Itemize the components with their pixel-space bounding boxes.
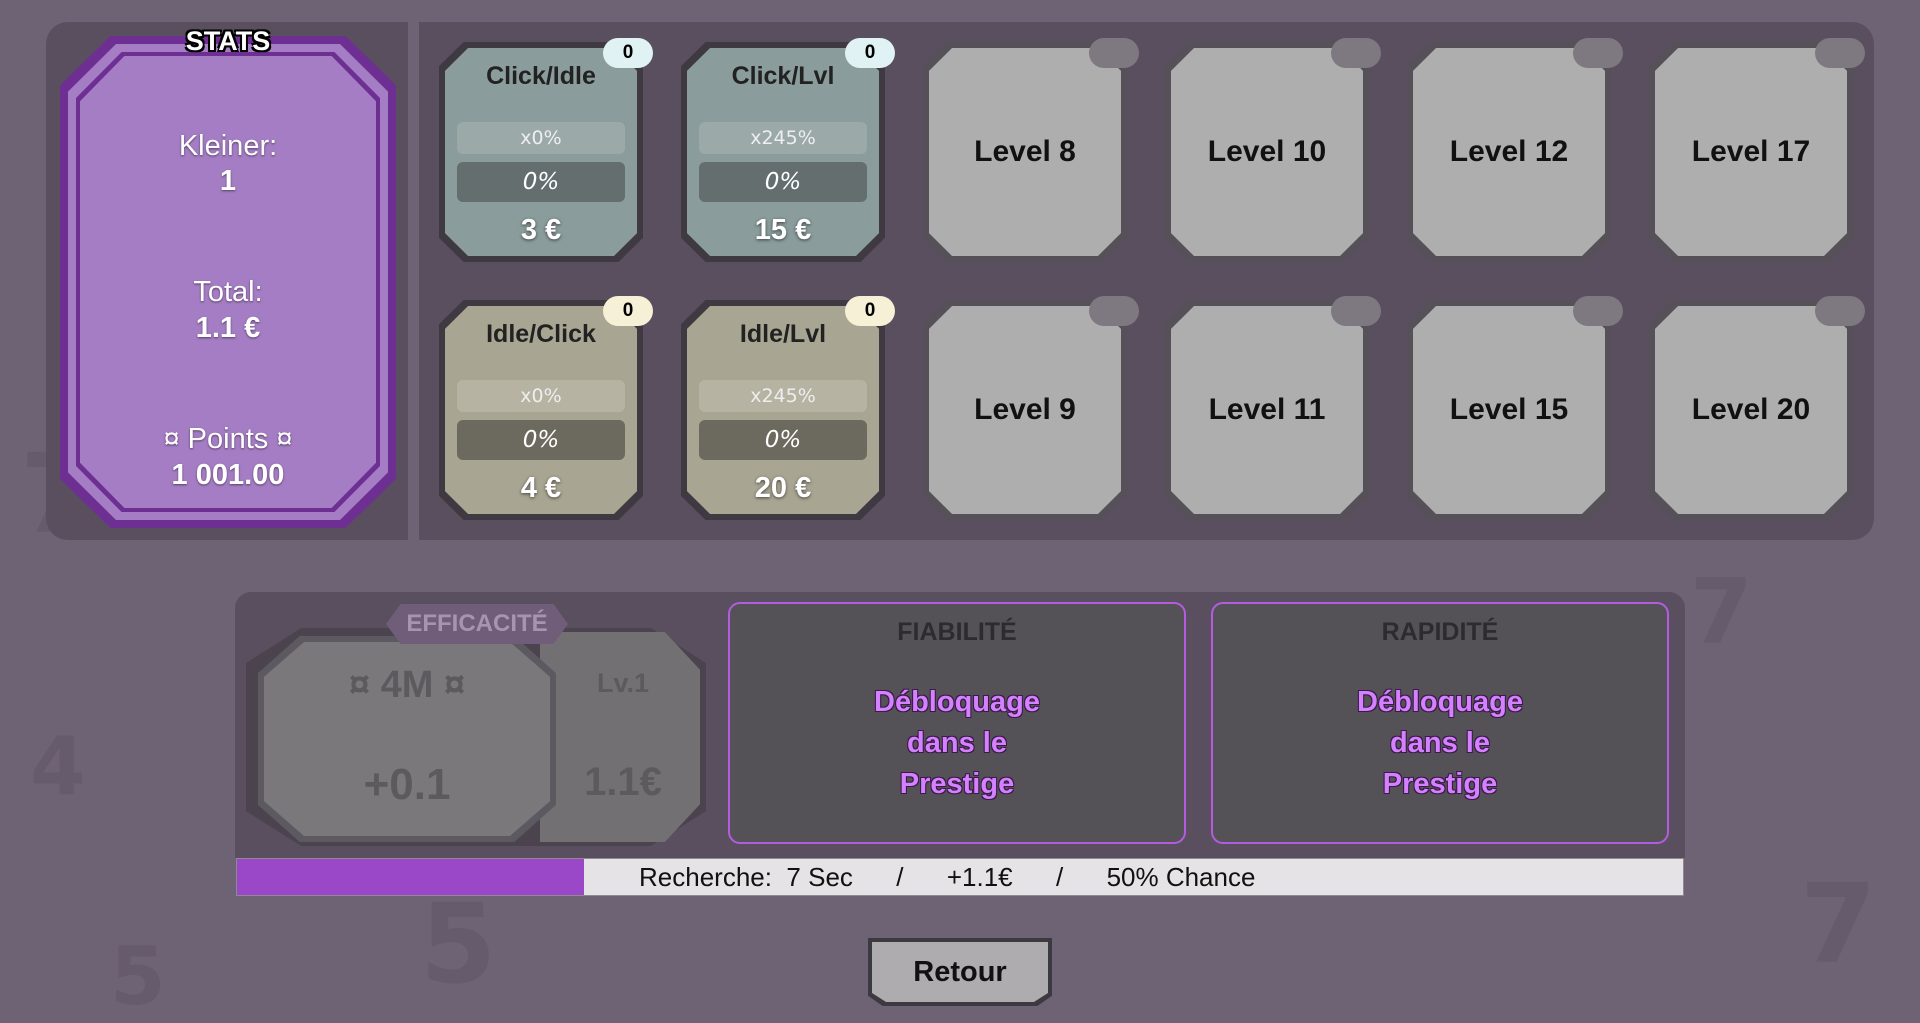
upgrade-price: 15 € bbox=[754, 214, 812, 246]
locked-level-label: Level 9 bbox=[974, 393, 1076, 426]
efficacite-cost: ¤ 4M ¤ bbox=[348, 664, 466, 706]
locked-card-level-12[interactable]: Level 12 bbox=[1407, 38, 1623, 262]
locked-card-level-20[interactable]: Level 20 bbox=[1649, 296, 1865, 520]
research-progress-bar: Recherche: 7 Sec / +1.1€ / 50% Chance bbox=[236, 858, 1684, 896]
research-label: Recherche: bbox=[639, 862, 772, 892]
locked-card-level-9[interactable]: Level 9 bbox=[923, 296, 1139, 520]
locked-card-level-17[interactable]: Level 17 bbox=[1649, 38, 1865, 262]
upgrade-percent: 0% bbox=[699, 420, 867, 460]
research-chance: 50% Chance bbox=[1106, 862, 1256, 892]
locked-level-label: Level 12 bbox=[1449, 135, 1569, 168]
research-gain: +1.1€ bbox=[946, 862, 1013, 892]
locked-level-label: Level 10 bbox=[1207, 135, 1327, 168]
rapidite-unlock-message: Débloquage dans le Prestige bbox=[1357, 686, 1523, 800]
points-value: 1 001.00 bbox=[171, 459, 285, 491]
locked-level-label: Level 8 bbox=[974, 135, 1076, 168]
locked-card-level-15[interactable]: Level 15 bbox=[1407, 296, 1623, 520]
background-numeral: 5 bbox=[110, 930, 166, 1023]
upgrade-multiplier: x245% bbox=[699, 380, 867, 412]
total-value: 1.1 € bbox=[195, 312, 261, 344]
upgrade-percent: 0% bbox=[699, 162, 867, 202]
panel-divider bbox=[408, 22, 419, 540]
retour-label: Retour bbox=[872, 942, 1048, 1002]
background-numeral: 7 bbox=[1690, 560, 1753, 665]
background-numeral: 7 bbox=[1800, 860, 1877, 988]
upgrade-count-badge: 0 bbox=[603, 296, 653, 326]
efficacite-tag: EFFICACITÉ bbox=[386, 604, 568, 644]
efficacite-gain: +0.1 bbox=[363, 760, 451, 809]
research-progress-text: Recherche: 7 Sec / +1.1€ / 50% Chance bbox=[639, 862, 1256, 892]
efficacite-level: Lv.1 bbox=[596, 668, 650, 698]
kleiner-value: 1 bbox=[219, 165, 237, 197]
upgrade-count-badge: 0 bbox=[845, 38, 895, 68]
retour-button[interactable]: Retour bbox=[868, 938, 1052, 1006]
background-numeral: 4 bbox=[30, 720, 86, 813]
locked-card-level-11[interactable]: Level 11 bbox=[1165, 296, 1381, 520]
upgrade-price: 3 € bbox=[520, 214, 562, 246]
fiabilite-title: FIABILITÉ bbox=[897, 618, 1017, 646]
upgrade-card-idle-lvl[interactable]: Idle/Lvl x245% 0% 20 € 0 bbox=[681, 296, 895, 520]
efficacite-level-tab bbox=[540, 632, 700, 842]
rapidite-card[interactable]: RAPIDITÉ Débloquage dans le Prestige bbox=[1211, 602, 1669, 844]
research-progress-fill bbox=[237, 859, 585, 895]
locked-level-label: Level 17 bbox=[1691, 135, 1811, 168]
background-numeral: 5 bbox=[420, 880, 497, 1008]
upgrade-price: 4 € bbox=[520, 472, 562, 504]
fiabilite-unlock-message: Débloquage dans le Prestige bbox=[874, 686, 1040, 800]
locked-level-label: Level 11 bbox=[1208, 393, 1326, 426]
kleiner-label: Kleiner: bbox=[178, 130, 278, 162]
upgrade-card-idle-click[interactable]: Idle/Click x0% 0% 4 € 0 bbox=[439, 296, 653, 520]
locked-card-level-10[interactable]: Level 10 bbox=[1165, 38, 1381, 262]
research-time: 7 Sec bbox=[786, 862, 853, 892]
upgrade-card-click-lvl[interactable]: Click/Lvl x245% 0% 15 € 0 bbox=[681, 38, 895, 262]
upgrade-multiplier: x245% bbox=[699, 122, 867, 154]
upgrade-card-click-idle[interactable]: Click/Idle x0% 0% 3 € 0 bbox=[439, 38, 653, 262]
rapidite-title: RAPIDITÉ bbox=[1381, 618, 1499, 646]
stats-title: STATS bbox=[185, 26, 271, 56]
fiabilite-card[interactable]: FIABILITÉ Débloquage dans le Prestige bbox=[728, 602, 1186, 844]
upgrade-percent: 0% bbox=[457, 162, 625, 202]
efficacite-value: 1.1€ bbox=[584, 760, 662, 804]
upgrade-price: 20 € bbox=[754, 472, 812, 504]
upgrade-count-badge: 0 bbox=[845, 296, 895, 326]
upgrade-multiplier: x0% bbox=[457, 380, 625, 412]
locked-level-label: Level 15 bbox=[1449, 393, 1569, 426]
points-label: ¤ Points ¤ bbox=[163, 423, 293, 455]
locked-level-label: Level 20 bbox=[1691, 393, 1811, 426]
total-label: Total: bbox=[193, 276, 263, 308]
upgrade-percent: 0% bbox=[457, 420, 625, 460]
upgrade-multiplier: x0% bbox=[457, 122, 625, 154]
upgrade-count-badge: 0 bbox=[603, 38, 653, 68]
locked-card-level-8[interactable]: Level 8 bbox=[923, 38, 1139, 262]
